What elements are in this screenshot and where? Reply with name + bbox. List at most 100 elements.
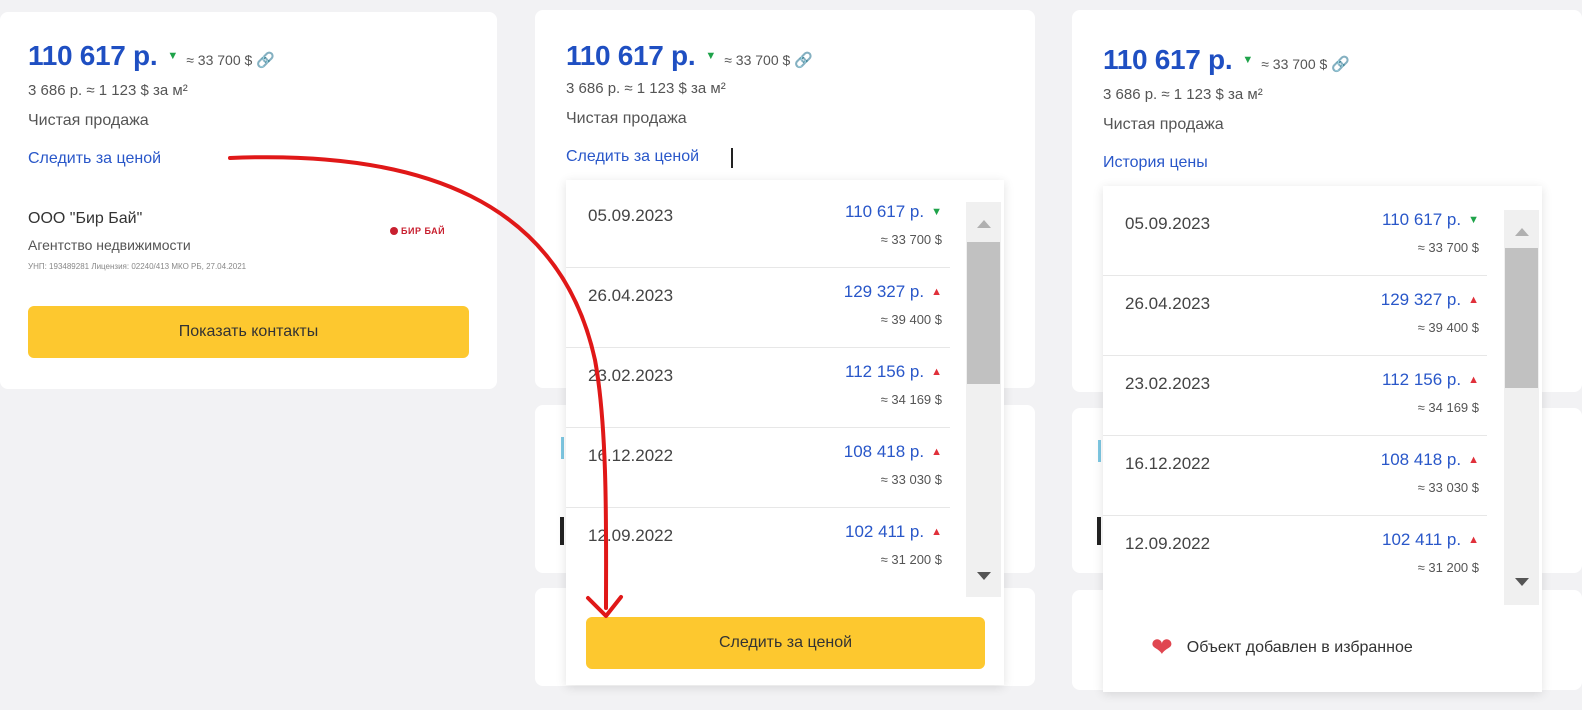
background-accent xyxy=(1097,517,1101,545)
history-usd: ≈ 34 169 $ xyxy=(880,392,942,407)
triangle-down-icon: ▼ xyxy=(931,206,942,218)
triangle-up-icon: ▲ xyxy=(1468,454,1479,466)
triangle-down-icon: ▼ xyxy=(705,50,717,62)
sale-type: Чистая продажа xyxy=(28,112,149,129)
history-price: 129 327 р. ▲ xyxy=(1380,290,1479,309)
agency-type: Агентство недвижимости xyxy=(28,237,191,253)
agency-name: ООО "Бир Бай" xyxy=(28,210,143,227)
sale-type: Чистая продажа xyxy=(1103,116,1224,133)
history-price: 102 411 р. ▲ xyxy=(1382,530,1479,549)
price-history-dropdown: 05.09.2023 110 617 р. ▼ ≈ 33 700 $ 26.04.… xyxy=(1103,186,1542,692)
history-usd: ≈ 33 030 $ xyxy=(880,472,942,487)
price-rub: 110 617 р. xyxy=(566,40,696,71)
history-price: 110 617 р. ▼ xyxy=(845,202,942,221)
sale-type: Чистая продажа xyxy=(566,110,687,127)
link-icon[interactable]: 🔗 xyxy=(794,51,813,69)
history-price: 110 617 р. ▼ xyxy=(1382,210,1479,229)
history-date: 12.09.2022 xyxy=(1125,534,1211,553)
background-accent xyxy=(561,437,564,459)
triangle-up-icon: ▲ xyxy=(931,526,942,538)
scroll-up-icon[interactable] xyxy=(1515,228,1529,236)
price-usd: ≈ 33 700 $ xyxy=(724,52,791,68)
favorite-notice-text: Объект добавлен в избранное xyxy=(1186,638,1413,656)
history-usd: ≈ 34 169 $ xyxy=(1417,400,1479,415)
history-date: 26.04.2023 xyxy=(1125,294,1211,313)
favorite-notice: ❤ Объект добавлен в избранное xyxy=(1151,632,1413,663)
history-list: 05.09.2023 110 617 р. ▼ ≈ 33 700 $ 26.04.… xyxy=(566,180,966,600)
heart-icon: ❤ xyxy=(1151,632,1173,662)
history-date: 16.12.2022 xyxy=(1125,454,1211,473)
triangle-up-icon: ▲ xyxy=(931,366,942,378)
scroll-down-icon[interactable] xyxy=(977,572,991,580)
logo-mark-icon xyxy=(390,227,398,235)
history-row: 05.09.2023 110 617 р. ▼ ≈ 33 700 $ xyxy=(1103,196,1487,276)
price-usd: ≈ 33 700 $ xyxy=(1261,56,1328,72)
history-price: 108 418 р. ▲ xyxy=(843,442,942,461)
history-date: 05.09.2023 xyxy=(588,206,674,225)
price-rub: 110 617 р. xyxy=(28,40,158,71)
triangle-up-icon: ▲ xyxy=(1468,374,1479,386)
triangle-down-icon: ▼ xyxy=(1468,214,1479,226)
history-row: 12.09.2022 102 411 р. ▲ ≈ 31 200 $ xyxy=(566,508,950,588)
history-usd: ≈ 39 400 $ xyxy=(880,312,942,327)
triangle-up-icon: ▲ xyxy=(931,286,942,298)
scroll-down-icon[interactable] xyxy=(1515,578,1529,586)
history-date: 23.02.2023 xyxy=(1125,374,1211,393)
logo-text: БИР БАЙ xyxy=(401,226,446,236)
history-usd: ≈ 31 200 $ xyxy=(1417,560,1479,575)
price-per-m2: 3 686 р. ≈ 1 123 $ за м² xyxy=(28,82,188,99)
watch-price-link[interactable]: Следить за ценой xyxy=(28,150,161,168)
price-rub: 110 617 р. xyxy=(1103,44,1233,75)
price-per-m2: 3 686 р. ≈ 1 123 $ за м² xyxy=(566,80,726,97)
history-row: 26.04.2023 129 327 р. ▲ ≈ 39 400 $ xyxy=(1103,276,1487,356)
text-cursor xyxy=(731,148,733,168)
history-usd: ≈ 33 030 $ xyxy=(1417,480,1479,495)
history-scrollbar[interactable] xyxy=(966,202,1001,597)
history-usd: ≈ 31 200 $ xyxy=(880,552,942,567)
history-row: 16.12.2022 108 418 р. ▲ ≈ 33 030 $ xyxy=(566,428,950,508)
watch-price-button[interactable]: Следить за ценой xyxy=(586,617,985,669)
scroll-thumb[interactable] xyxy=(1505,248,1538,388)
history-row: 16.12.2022 108 418 р. ▲ ≈ 33 030 $ xyxy=(1103,436,1487,516)
history-date: 26.04.2023 xyxy=(588,286,674,305)
triangle-up-icon: ▲ xyxy=(1468,294,1479,306)
price-history-dropdown: 05.09.2023 110 617 р. ▼ ≈ 33 700 $ 26.04.… xyxy=(566,180,1004,685)
history-date: 12.09.2022 xyxy=(588,526,674,545)
history-price: 112 156 р. ▲ xyxy=(845,362,942,381)
agency-logo[interactable]: БИР БАЙ xyxy=(390,226,445,236)
history-price: 129 327 р. ▲ xyxy=(843,282,942,301)
history-usd: ≈ 39 400 $ xyxy=(1417,320,1479,335)
link-icon[interactable]: 🔗 xyxy=(256,51,275,69)
watch-price-link[interactable]: Следить за ценой xyxy=(566,148,699,166)
background-accent xyxy=(1098,440,1101,462)
history-price: 102 411 р. ▲ xyxy=(845,522,942,541)
price-block: 110 617 р. ▼ ≈ 33 700 $ 🔗 xyxy=(1103,44,1350,76)
price-history-link[interactable]: История цены xyxy=(1103,154,1208,172)
history-usd: ≈ 33 700 $ xyxy=(880,232,942,247)
history-list: 05.09.2023 110 617 р. ▼ ≈ 33 700 $ 26.04.… xyxy=(1103,186,1503,606)
history-row: 12.09.2022 102 411 р. ▲ ≈ 31 200 $ xyxy=(1103,516,1487,596)
history-row: 05.09.2023 110 617 р. ▼ ≈ 33 700 $ xyxy=(566,188,950,268)
history-row: 26.04.2023 129 327 р. ▲ ≈ 39 400 $ xyxy=(566,268,950,348)
history-scrollbar[interactable] xyxy=(1504,210,1539,605)
history-date: 23.02.2023 xyxy=(588,366,674,385)
link-icon[interactable]: 🔗 xyxy=(1331,55,1350,73)
history-row: 23.02.2023 112 156 р. ▲ ≈ 34 169 $ xyxy=(566,348,950,428)
price-block: 110 617 р. ▼ ≈ 33 700 $ 🔗 xyxy=(28,40,275,72)
price-per-m2: 3 686 р. ≈ 1 123 $ за м² xyxy=(1103,86,1263,103)
price-block: 110 617 р. ▼ ≈ 33 700 $ 🔗 xyxy=(566,40,813,72)
history-usd: ≈ 33 700 $ xyxy=(1417,240,1479,255)
agency-legal-info: УНП: 193489281 Лицензия: 02240/413 МКО Р… xyxy=(28,262,247,271)
triangle-up-icon: ▲ xyxy=(1468,534,1479,546)
scroll-up-icon[interactable] xyxy=(977,220,991,228)
triangle-down-icon: ▼ xyxy=(167,50,179,62)
show-contacts-button[interactable]: Показать контакты xyxy=(28,306,469,358)
history-price: 108 418 р. ▲ xyxy=(1380,450,1479,469)
scroll-thumb[interactable] xyxy=(967,242,1000,384)
triangle-up-icon: ▲ xyxy=(931,446,942,458)
history-date: 05.09.2023 xyxy=(1125,214,1211,233)
history-row: 23.02.2023 112 156 р. ▲ ≈ 34 169 $ xyxy=(1103,356,1487,436)
triangle-down-icon: ▼ xyxy=(1242,54,1254,66)
history-date: 16.12.2022 xyxy=(588,446,674,465)
price-usd: ≈ 33 700 $ xyxy=(186,52,253,68)
